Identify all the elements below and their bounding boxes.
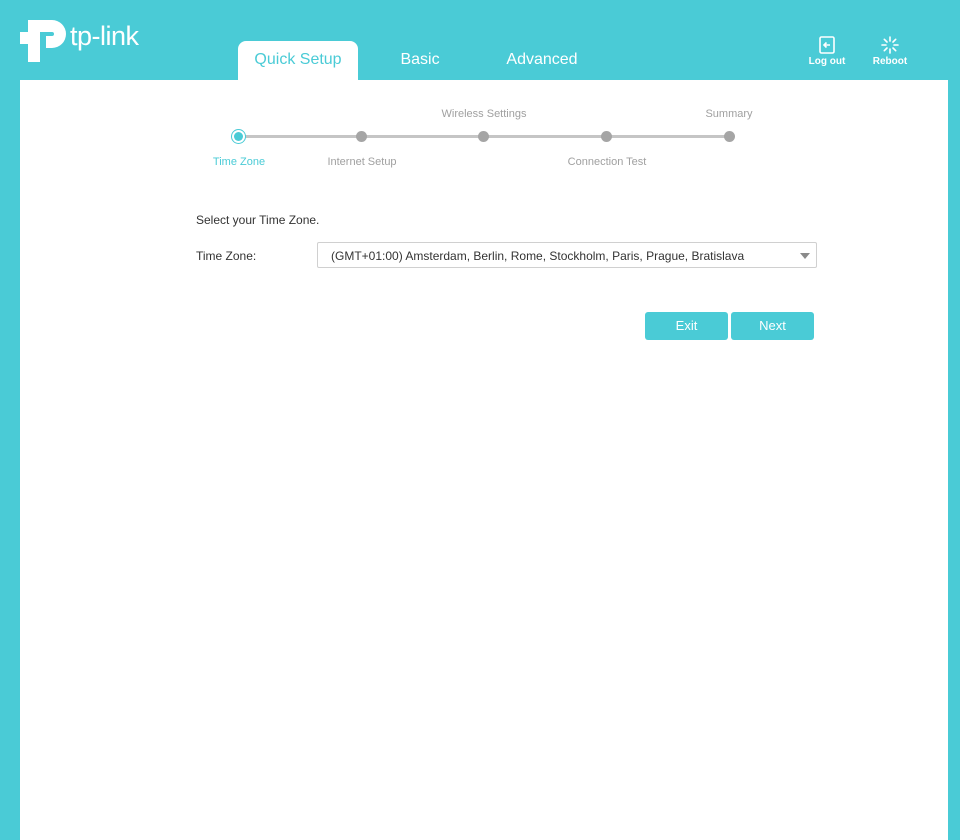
instruction-text: Select your Time Zone. xyxy=(196,213,320,227)
step-label-internet-setup: Internet Setup xyxy=(327,156,397,168)
tp-link-logo-icon xyxy=(20,20,66,62)
step-dot-connection-test xyxy=(601,131,612,142)
tab-basic[interactable]: Basic xyxy=(360,41,480,80)
chevron-down-icon xyxy=(800,253,810,259)
exit-button[interactable]: Exit xyxy=(645,312,728,340)
logout-icon xyxy=(819,36,835,54)
timezone-select[interactable]: (GMT+01:00) Amsterdam, Berlin, Rome, Sto… xyxy=(317,242,817,268)
logo-text: tp-link xyxy=(70,20,139,51)
reboot-icon xyxy=(881,36,899,54)
step-label-time-zone: Time Zone xyxy=(212,156,266,168)
main-tabs: Quick Setup Basic Advanced xyxy=(238,41,602,80)
reboot-button[interactable]: Reboot xyxy=(865,36,915,67)
logout-label: Log out xyxy=(808,56,846,67)
tab-advanced[interactable]: Advanced xyxy=(482,41,602,80)
step-label-wireless-settings: Wireless Settings xyxy=(441,108,527,120)
step-dot-wireless-settings xyxy=(478,131,489,142)
step-label-connection-test: Connection Test xyxy=(567,156,647,168)
next-button[interactable]: Next xyxy=(731,312,814,340)
setup-progress: Time Zone Internet Setup Wireless Settin… xyxy=(20,80,948,200)
step-dot-time-zone xyxy=(234,132,243,141)
step-dot-internet-setup xyxy=(356,131,367,142)
logout-button[interactable]: Log out xyxy=(802,36,852,67)
content-panel: Time Zone Internet Setup Wireless Settin… xyxy=(20,80,948,840)
step-dot-summary xyxy=(724,131,735,142)
step-label-summary: Summary xyxy=(705,108,753,120)
reboot-label: Reboot xyxy=(872,56,908,67)
timezone-label: Time Zone: xyxy=(196,249,257,263)
tp-link-logo: tp-link xyxy=(18,16,139,64)
tab-quick-setup[interactable]: Quick Setup xyxy=(238,41,358,80)
timezone-select-value: (GMT+01:00) Amsterdam, Berlin, Rome, Sto… xyxy=(331,249,745,263)
